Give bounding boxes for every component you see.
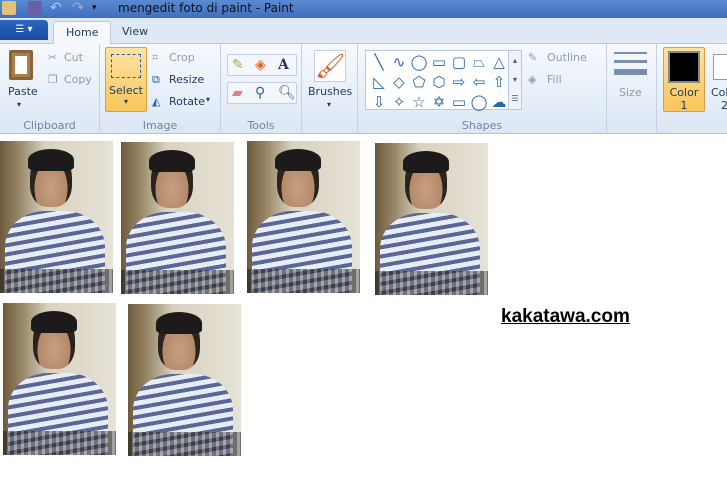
- shape-option[interactable]: ⇦: [469, 72, 489, 92]
- shape-option[interactable]: ☆: [409, 92, 429, 112]
- clipboard-label: Clipboard: [23, 119, 76, 132]
- rotate-icon: ◭: [152, 95, 161, 108]
- pencil-icon[interactable]: ✎: [232, 55, 244, 75]
- shape-option[interactable]: ⏢: [469, 52, 489, 72]
- shape-option[interactable]: △: [489, 52, 509, 72]
- shape-option[interactable]: ⬡: [429, 72, 449, 92]
- copy-icon: ❐: [48, 73, 58, 86]
- color1-label: Color: [669, 86, 699, 99]
- shape-option[interactable]: ◯: [469, 92, 489, 112]
- shape-option[interactable]: ▭: [429, 52, 449, 72]
- brushes-group[interactable]: 🖌︎ Brushes ▾: [302, 44, 358, 134]
- shape-option[interactable]: ▭: [449, 92, 469, 112]
- watermark-text: kakatawa.com: [501, 306, 630, 327]
- shape-option[interactable]: ◇: [389, 72, 409, 92]
- shape-option[interactable]: ▢: [449, 52, 469, 72]
- photo: [247, 141, 360, 293]
- resize-icon: ⧉: [152, 73, 160, 86]
- color2-number: 2: [721, 99, 727, 112]
- ribbon: Paste ▾ ✂ Cut ❐ Copy Clipboard Select ▾ …: [0, 44, 727, 134]
- cut-icon: ✂: [48, 51, 58, 64]
- title-bar: ↶ ↷ ▾ mengedit foto di paint - Paint: [0, 0, 727, 18]
- shapes-label: Shapes: [461, 119, 503, 132]
- crop-icon: ⌗: [152, 51, 159, 64]
- paint-menu-button[interactable]: ☰ ▾: [0, 20, 48, 40]
- resize-button[interactable]: Resize: [169, 73, 204, 86]
- shape-option[interactable]: ╲: [369, 52, 389, 72]
- shape-option[interactable]: ⬠: [409, 72, 429, 92]
- shape-option[interactable]: ⇧: [489, 72, 509, 92]
- shape-option[interactable]: ⇩: [369, 92, 389, 112]
- photo: [121, 142, 234, 294]
- customize-toolbar-icon[interactable]: ▾: [92, 1, 106, 15]
- paste-button[interactable]: Paste: [8, 85, 38, 98]
- brush-icon[interactable]: 🖌︎: [314, 50, 346, 82]
- shape-option[interactable]: ⇨: [449, 72, 469, 92]
- text-icon[interactable]: A: [278, 55, 289, 75]
- size-label: Size: [619, 86, 642, 99]
- select-button[interactable]: Select ▾: [105, 47, 147, 112]
- crop-button[interactable]: Crop: [169, 51, 195, 64]
- photo: [375, 143, 488, 295]
- undo-icon[interactable]: ↶: [50, 1, 64, 15]
- color2-label[interactable]: Col: [711, 86, 727, 99]
- eraser-icon[interactable]: ▰: [232, 83, 243, 103]
- tools-group: ✎ ◈ A ▰ ⚲ 🔍︎ Tools: [221, 44, 302, 134]
- tools-label: Tools: [247, 119, 275, 132]
- cut-button[interactable]: Cut: [64, 51, 83, 64]
- fill-icon[interactable]: ◈: [255, 55, 266, 75]
- size-icon: [614, 69, 647, 75]
- photo: [3, 303, 116, 455]
- shapes-scroll[interactable]: ▴ ▾ ☰: [508, 50, 522, 110]
- shapes-group: ╲ ∿ ◯ ▭ ▢ ⏢ △ ◺ ◇ ⬠ ⬡ ⇨ ⇦ ⇧ ⇩ ✧ ☆ ✡ ▭ ◯ ☁ ▴ ▾ ☰ ✎ Outline ◈ Fi…: [358, 44, 607, 134]
- brushes-button[interactable]: Brushes: [308, 85, 352, 98]
- photo: [128, 304, 241, 456]
- shape-option[interactable]: ◺: [369, 72, 389, 92]
- outline-icon: ✎: [528, 51, 538, 64]
- copy-button[interactable]: Copy: [64, 73, 92, 86]
- ribbon-tabs: ☰ ▾ Home View: [0, 18, 727, 44]
- redo-icon[interactable]: ↷: [72, 1, 86, 15]
- color1-button[interactable]: Color 1: [663, 47, 705, 112]
- size-button[interactable]: Size: [607, 44, 657, 134]
- shape-option[interactable]: ✧: [389, 92, 409, 112]
- color2-swatch[interactable]: [713, 54, 727, 80]
- tab-home[interactable]: Home: [53, 21, 112, 44]
- shape-option[interactable]: ◯: [409, 52, 429, 72]
- paste-icon[interactable]: [9, 50, 33, 80]
- shape-option[interactable]: ✡: [429, 92, 449, 112]
- tab-view[interactable]: View: [110, 21, 160, 44]
- color1-swatch: [668, 51, 700, 83]
- rotate-button[interactable]: Rotate: [169, 95, 205, 108]
- color-picker-icon[interactable]: ⚲: [255, 83, 265, 103]
- image-label: Image: [142, 119, 178, 132]
- color1-number: 1: [680, 99, 688, 112]
- photo: [0, 141, 113, 293]
- fill-button[interactable]: Fill: [547, 73, 562, 86]
- select-label: Select: [109, 84, 143, 97]
- shape-option[interactable]: ☁: [489, 92, 509, 112]
- window-title: mengedit foto di paint - Paint: [118, 1, 294, 15]
- shapes-gallery[interactable]: ╲ ∿ ◯ ▭ ▢ ⏢ △ ◺ ◇ ⬠ ⬡ ⇨ ⇦ ⇧ ⇩ ✧ ☆ ✡ ▭ ◯ ☁: [365, 50, 522, 112]
- magnifier-icon[interactable]: 🔍︎: [278, 83, 296, 103]
- save-icon[interactable]: [28, 1, 42, 15]
- image-group: Select ▾ ⌗ Crop ⧉ Resize ◭ Rotate ▾ Imag…: [100, 44, 221, 134]
- paint-app-icon: [2, 1, 16, 15]
- shape-option[interactable]: ∿: [389, 52, 409, 72]
- outline-button[interactable]: Outline: [547, 51, 587, 64]
- fill-shape-icon: ◈: [528, 73, 537, 86]
- clipboard-group: Paste ▾ ✂ Cut ❐ Copy Clipboard: [0, 44, 100, 134]
